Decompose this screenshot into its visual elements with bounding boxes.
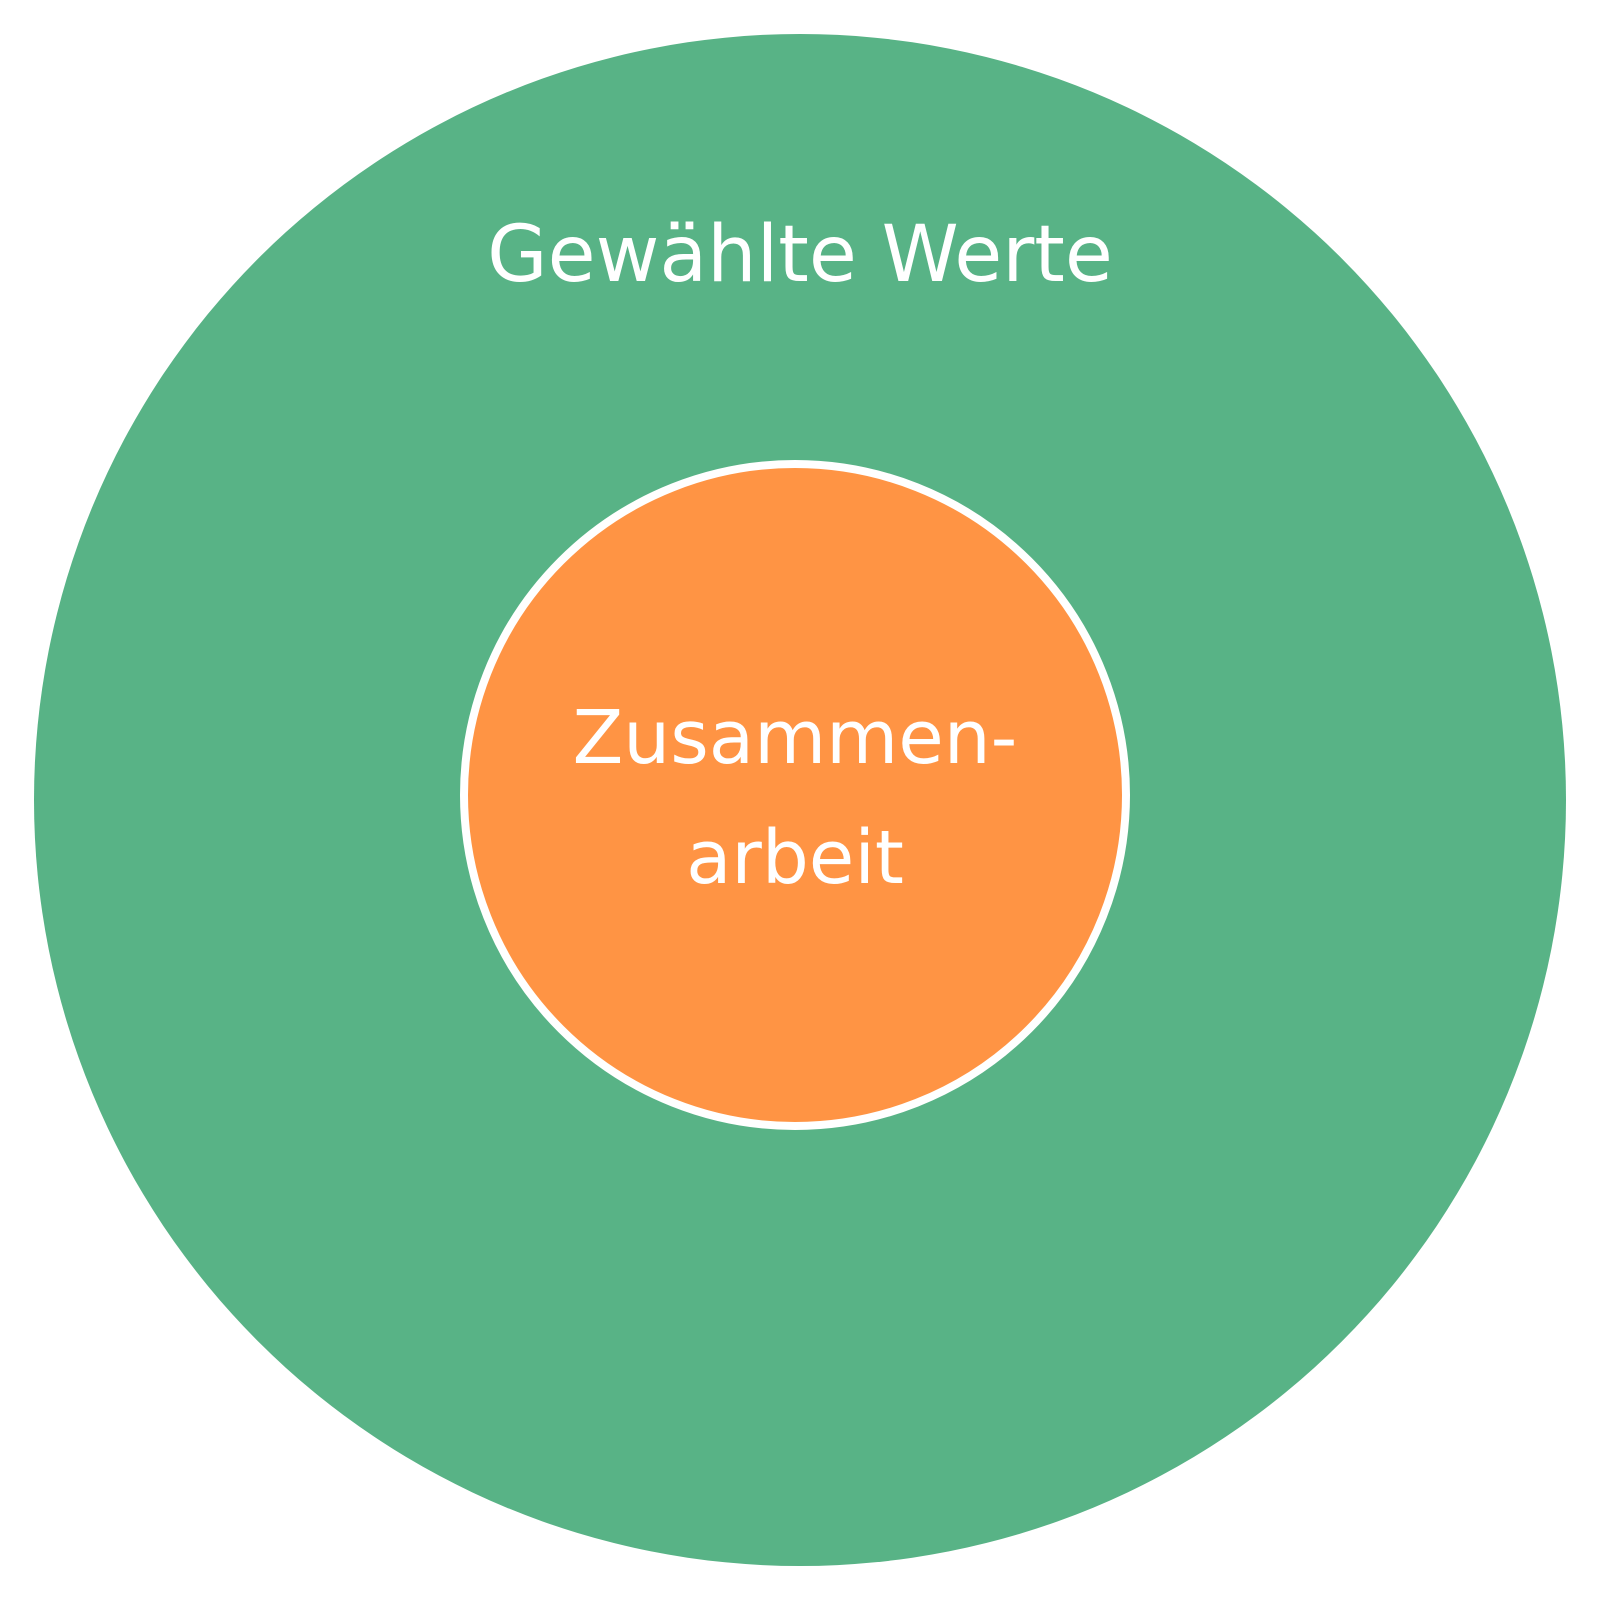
- inner-circle-label-line-2: arbeit: [686, 815, 904, 901]
- inner-circle-label: Zusammen- arbeit: [460, 678, 1130, 918]
- outer-circle-label: Gewählte Werte: [487, 210, 1113, 300]
- inner-circle-label-line-1: Zusammen-: [572, 695, 1018, 781]
- values-diagram: Gewählte Werte Zusammen- arbeit: [0, 0, 1600, 1600]
